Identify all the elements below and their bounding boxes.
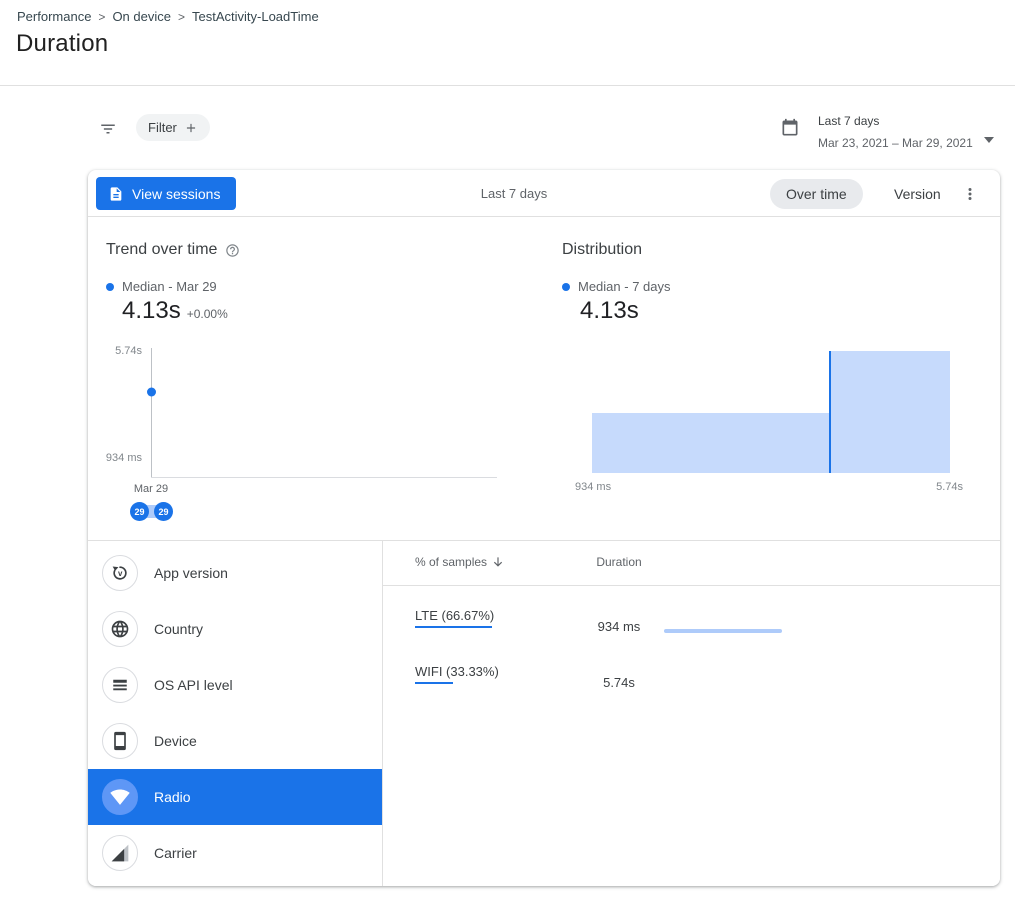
breadcrumb-performance[interactable]: Performance [17,9,91,24]
trend-legend-label: Median - Mar 29 [122,279,217,294]
breadcrumb-separator: > [178,10,185,24]
tab-version-label: Version [894,186,941,202]
date-range-label: Mar 23, 2021 – Mar 29, 2021 [818,136,973,150]
sort-arrow-down-icon [491,555,505,569]
distribution-section-title: Distribution [562,241,642,259]
histogram-bar-lte [592,413,830,473]
trend-delta-badge: +0.00% [187,307,228,321]
distribution-median-value: 4.13s [580,297,639,325]
distribution-legend-label: Median - 7 days [578,279,671,294]
sidebar-item-label: OS API level [154,677,233,693]
row-duration-wifi: 5.74s [584,675,654,690]
sessions-document-icon [108,186,124,202]
breakdown-sidebar: v App version Country OS API level [88,541,383,886]
trend-y-axis-line [151,348,152,478]
duration-card: View sessions Last 7 days Over time Vers… [88,170,1000,886]
trend-median-point [147,387,156,396]
svg-text:v: v [118,569,123,578]
sidebar-item-carrier[interactable]: Carrier [88,825,382,881]
distribution-x-axis-max: 5.74s [908,481,963,493]
sidebar-item-app-version[interactable]: v App version [88,545,382,601]
app-version-icon: v [102,555,138,591]
trend-line-chart [151,348,497,478]
globe-icon [102,611,138,647]
trend-title-text: Trend over time [106,241,217,259]
sidebar-item-radio[interactable]: Radio [88,769,382,825]
histogram-median-line [829,351,831,473]
trend-x-tick-label: Mar 29 [121,483,181,495]
timeline-range-handle-end[interactable]: 29 [154,502,173,521]
device-icon [102,723,138,759]
histogram-bar-wifi [830,351,950,473]
filter-chip[interactable]: Filter [136,114,210,141]
view-sessions-label: View sessions [132,186,220,202]
tab-over-time-label: Over time [786,186,847,202]
tab-version[interactable]: Version [878,179,957,209]
card-header: View sessions Last 7 days Over time Vers… [88,170,1000,217]
distribution-x-axis-min: 934 ms [575,481,611,493]
date-preset-label: Last 7 days [818,114,879,128]
row-label-lte: LTE (66.67%) [415,608,494,623]
row-duration-lte: 934 ms [584,619,654,634]
sidebar-item-os-api-level[interactable]: OS API level [88,657,382,713]
legend-dot-icon [106,283,114,291]
sidebar-item-label: Radio [154,789,191,805]
distribution-legend: Median - 7 days [562,279,671,294]
trend-y-axis-max: 5.74s [94,345,142,357]
sidebar-item-label: App version [154,565,228,581]
column-header-duration: Duration [584,555,654,569]
duration-range-bar [664,629,782,633]
tab-over-time[interactable]: Over time [770,179,863,209]
trend-y-axis-min: 934 ms [94,452,142,464]
chevron-down-icon [984,130,994,148]
samples-percent-bar [415,682,530,684]
breakdown-table: % of samples Duration LTE (66.67%) 934 m… [383,541,1000,886]
timeline-range-handle-start[interactable]: 29 [130,502,149,521]
filter-chip-label: Filter [148,120,177,135]
page-title: Duration [16,30,108,58]
plus-icon [184,121,198,135]
row-label-wifi: WIFI (33.33%) [415,664,499,679]
carrier-signal-icon [102,835,138,871]
breakdown-table-header: % of samples Duration [383,541,1000,586]
trend-x-axis-line [151,477,497,478]
trend-section-title: Trend over time [106,241,240,259]
calendar-icon [780,118,800,143]
date-range-picker[interactable]: Last 7 days Mar 23, 2021 – Mar 29, 2021 [775,106,1000,156]
card-period-label: Last 7 days [481,186,548,201]
samples-percent-bar [415,626,530,628]
legend-dot-icon [562,283,570,291]
samples-header-label: % of samples [415,555,487,569]
help-icon[interactable] [225,243,240,258]
sidebar-item-label: Device [154,733,197,749]
distribution-histogram [592,351,950,473]
sidebar-item-country[interactable]: Country [88,601,382,657]
sidebar-item-label: Country [154,621,203,637]
header-divider [0,85,1015,86]
breakdown-section: v App version Country OS API level [88,540,1000,886]
api-level-icon [102,667,138,703]
view-sessions-button[interactable]: View sessions [96,177,236,210]
column-header-samples[interactable]: % of samples [415,555,505,569]
trend-median-value: 4.13s +0.00% [122,297,228,325]
breadcrumb-trace-name: TestActivity-LoadTime [192,9,319,24]
trend-legend: Median - Mar 29 [106,279,217,294]
sidebar-item-device[interactable]: Device [88,713,382,769]
overflow-menu-icon[interactable] [956,180,984,208]
breadcrumb-on-device[interactable]: On device [112,9,171,24]
radio-wifi-icon [102,779,138,815]
sidebar-item-label: Carrier [154,845,197,861]
breadcrumb: Performance > On device > TestActivity-L… [17,9,319,24]
breadcrumb-separator: > [98,10,105,24]
filter-list-icon[interactable] [95,116,121,142]
trend-value-text: 4.13s [122,297,181,325]
